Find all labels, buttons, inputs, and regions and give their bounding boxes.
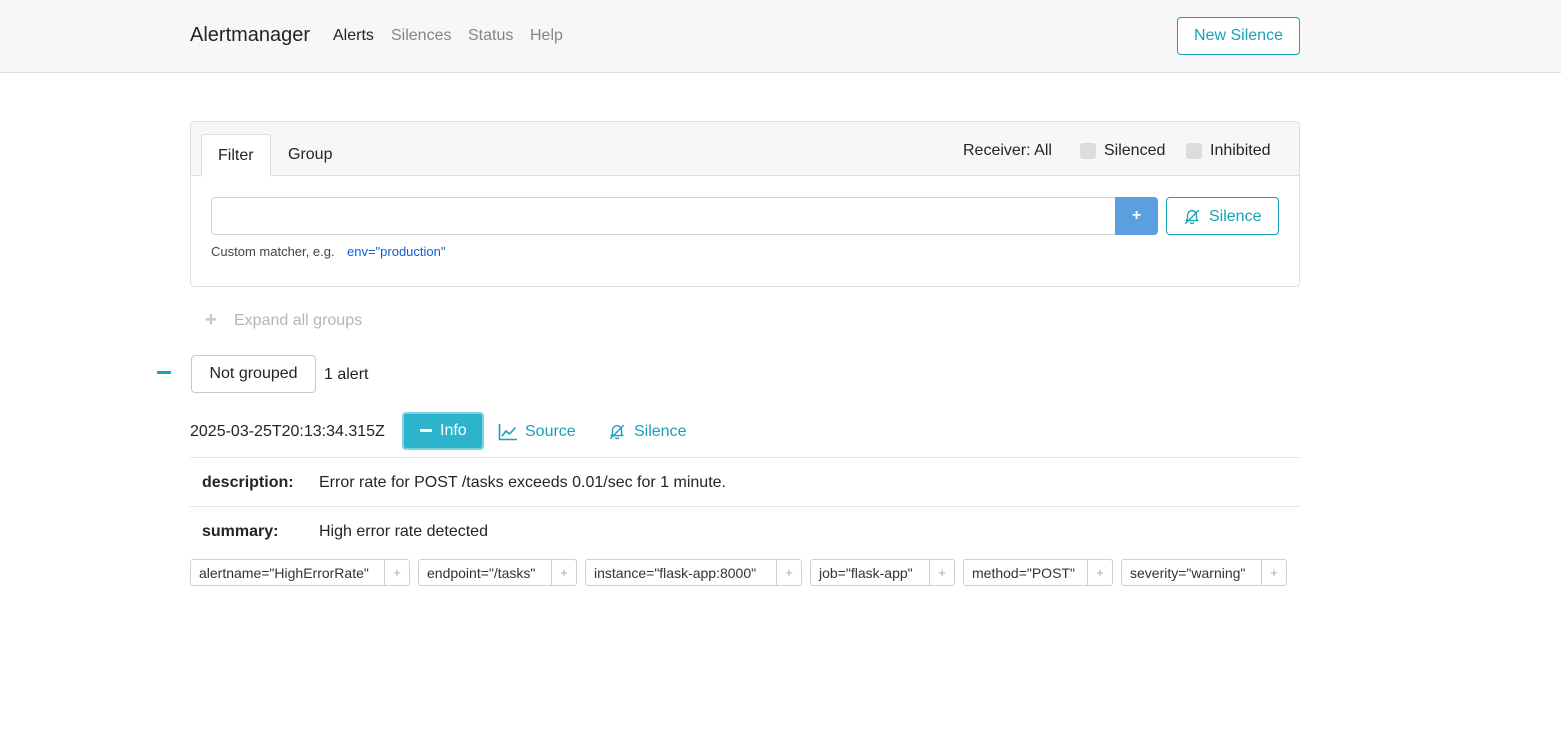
label-chip[interactable]: job="flask-app" + — [810, 559, 955, 586]
inhibited-checkbox-label: Inhibited — [1210, 142, 1271, 159]
add-label-filter-button[interactable]: + — [551, 560, 576, 585]
bell-slash-icon — [1184, 209, 1200, 225]
label-chip-text: endpoint="/tasks" — [427, 565, 536, 581]
collapse-group-minus-icon[interactable] — [157, 371, 171, 374]
add-label-filter-button[interactable]: + — [384, 560, 409, 585]
label-chip[interactable]: method="POST" + — [963, 559, 1113, 586]
silence-filter-button-label: Silence — [1209, 208, 1262, 225]
source-link-label: Source — [525, 423, 576, 440]
filter-input[interactable] — [211, 197, 1116, 235]
add-label-filter-button[interactable]: + — [929, 560, 954, 585]
brand-link[interactable]: Alertmanager — [190, 24, 310, 47]
group-badge: Not grouped — [191, 355, 316, 393]
annotation-key: description: — [202, 474, 294, 491]
annotation-row: summary: High error rate detected — [190, 506, 1300, 555]
label-chip-text: instance="flask-app:8000" — [594, 565, 757, 581]
matcher-hint: Custom matcher, e.g. — [211, 244, 335, 259]
add-label-filter-button[interactable]: + — [1261, 560, 1286, 585]
label-chip-text: alertname="HighErrorRate" — [199, 565, 369, 581]
label-chip[interactable]: alertname="HighErrorRate" + — [190, 559, 410, 586]
silenced-checkbox-box[interactable] — [1080, 143, 1096, 159]
label-chip-text: job="flask-app" — [819, 565, 913, 581]
add-label-filter-button[interactable]: + — [1087, 560, 1112, 585]
silence-filter-button[interactable]: Silence — [1166, 197, 1279, 235]
receiver-dropdown[interactable]: Receiver: All — [963, 142, 1052, 160]
nav-link-help[interactable]: Help — [530, 27, 563, 45]
chart-line-icon — [498, 424, 517, 441]
label-chip[interactable]: instance="flask-app:8000" + — [585, 559, 802, 586]
label-chip[interactable]: severity="warning" + — [1121, 559, 1287, 586]
alert-timestamp: 2025-03-25T20:13:34.315Z — [190, 423, 385, 440]
add-label-filter-button[interactable]: + — [776, 560, 801, 585]
annotation-value: High error rate detected — [319, 523, 488, 540]
alert-count: 1 alert — [324, 366, 369, 383]
label-chip-text: severity="warning" — [1130, 565, 1246, 581]
label-chip[interactable]: endpoint="/tasks" + — [418, 559, 577, 586]
annotation-row: description: Error rate for POST /tasks … — [190, 457, 1300, 506]
inhibited-checkbox-box[interactable] — [1186, 143, 1202, 159]
silenced-checkbox-label: Silenced — [1104, 142, 1166, 159]
navbar: Alertmanager Alerts Silences Status Help… — [0, 0, 1561, 73]
nav-link-alerts[interactable]: Alerts — [333, 27, 374, 45]
nav-link-status[interactable]: Status — [468, 27, 513, 45]
tab-group[interactable]: Group — [272, 134, 348, 177]
filter-card: Filter Group Receiver: All Silenced Inhi… — [190, 121, 1300, 287]
matcher-hint-example[interactable]: env="production" — [347, 244, 446, 259]
label-chip-text: method="POST" — [972, 565, 1075, 581]
annotation-value: Error rate for POST /tasks exceeds 0.01/… — [319, 474, 726, 491]
expand-all-groups-label: Expand all groups — [234, 312, 363, 329]
info-toggle-label: Info — [440, 422, 467, 439]
annotation-key: summary: — [202, 523, 279, 540]
bell-slash-icon — [609, 424, 625, 440]
tab-filter[interactable]: Filter — [201, 134, 271, 177]
nav-link-silences[interactable]: Silences — [391, 27, 451, 45]
silence-alert-link-label: Silence — [634, 423, 687, 440]
plus-icon: + — [205, 309, 217, 331]
info-toggle-button[interactable]: Info — [402, 412, 484, 450]
minus-icon — [420, 429, 432, 432]
filter-card-header: Filter Group Receiver: All Silenced Inhi… — [191, 122, 1299, 177]
new-silence-button[interactable]: New Silence — [1177, 17, 1300, 55]
add-matcher-button[interactable]: + — [1115, 197, 1158, 235]
